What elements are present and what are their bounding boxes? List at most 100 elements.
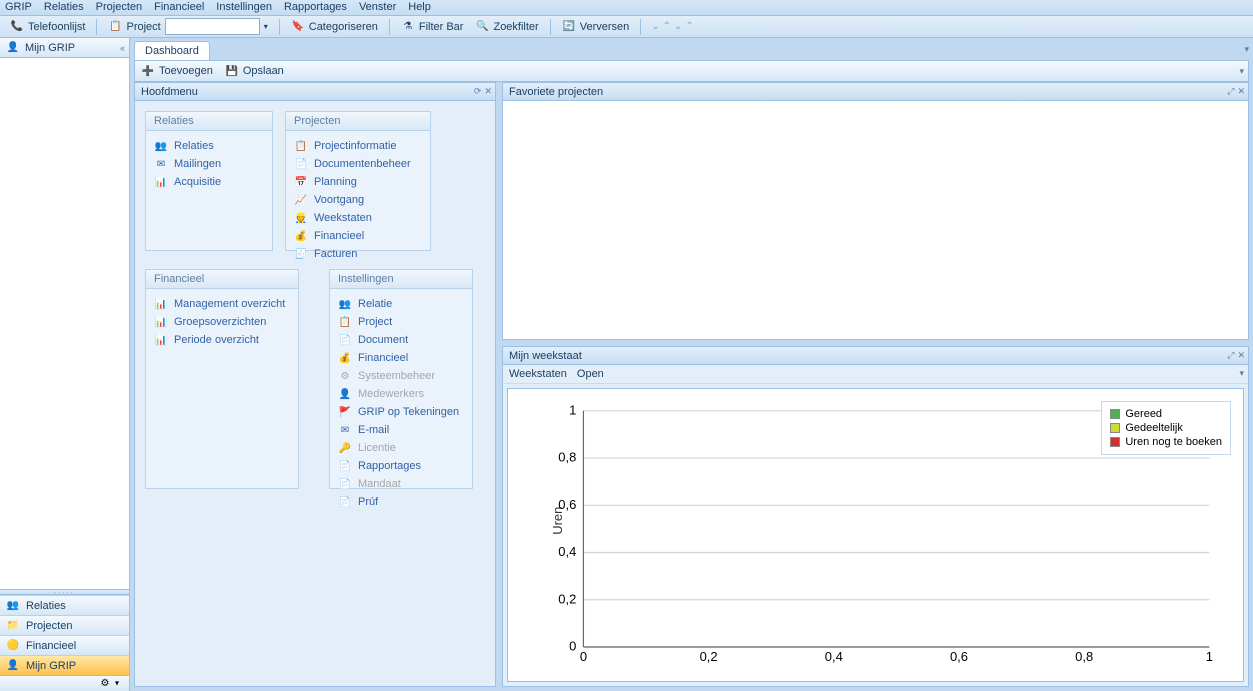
arrow-double-down-icon[interactable]: ⌄ [674, 21, 682, 32]
link-financieel[interactable]: Financieel [334, 349, 468, 367]
separator [389, 19, 390, 35]
opslaan-button[interactable]: Opslaan [225, 64, 284, 78]
toolbar: Telefoonlijst Project▾ Categoriseren Fil… [0, 16, 1253, 38]
pin-icon[interactable]: ⟳ [474, 86, 482, 97]
menu-help[interactable]: Help [408, 1, 431, 14]
filter-icon [401, 20, 415, 34]
link-rapportages[interactable]: Rapportages [334, 457, 468, 475]
link-voortgang[interactable]: Voortgang [290, 191, 426, 209]
link-planning[interactable]: Planning [290, 173, 426, 191]
link-projectinformatie[interactable]: Projectinformatie [290, 137, 426, 155]
tab-dashboard[interactable]: Dashboard [134, 41, 210, 60]
restore-icon[interactable]: ⤢ [1227, 350, 1234, 361]
group-title: Financieel [146, 270, 298, 289]
nav-label: Relaties [26, 600, 66, 612]
link-licentie: Licentie [334, 439, 468, 457]
sidebar-nav: Relaties ProjectenFinancieelMijn GRIP [0, 595, 129, 675]
link-label: Rapportages [358, 460, 421, 472]
svg-text:0,4: 0,4 [558, 544, 576, 559]
weektab-weekstaten[interactable]: Weekstaten [509, 368, 567, 380]
weektabs-dropdown-icon[interactable]: ▾ [1239, 368, 1244, 379]
link-label: Voortgang [314, 194, 364, 206]
svg-text:0,4: 0,4 [825, 650, 843, 665]
close-icon[interactable]: ✕ [1237, 350, 1245, 361]
project-combo[interactable]: Project▾ [103, 16, 272, 37]
svg-text:0: 0 [580, 650, 587, 665]
link-icon [338, 369, 352, 383]
link-documentenbeheer[interactable]: Documentenbeheer [290, 155, 426, 173]
menu-instellingen[interactable]: Instellingen [216, 1, 272, 14]
favorites-body [503, 101, 1248, 339]
dropdown-icon[interactable]: ▾ [115, 679, 119, 688]
arrow-up-icon[interactable]: ⌃ [663, 21, 671, 32]
menu-rapportages[interactable]: Rapportages [284, 1, 347, 14]
weektab-open[interactable]: Open [577, 368, 604, 380]
arrow-down-icon[interactable]: ⌄ [651, 21, 659, 32]
link-e-mail[interactable]: E-mail [334, 421, 468, 439]
link-icon [338, 333, 352, 347]
collapse-icon[interactable]: « [120, 43, 125, 53]
link-project[interactable]: Project [334, 313, 468, 331]
verversen-button[interactable]: Verversen [557, 18, 635, 36]
link-periode-overzicht[interactable]: Periode overzicht [150, 331, 294, 349]
link-label: Relatie [358, 298, 392, 310]
group-title: Projecten [286, 112, 430, 131]
link-label: Planning [314, 176, 357, 188]
nav-icon [6, 599, 20, 613]
menu-projecten[interactable]: Projecten [96, 1, 142, 14]
legend-item: Gedeeltelijk [1110, 421, 1222, 435]
link-medewerkers: Medewerkers [334, 385, 468, 403]
sidebar-item-mijn-grip[interactable]: Mijn GRIP [0, 655, 129, 675]
sidebar-item-financieel[interactable]: Financieel [0, 635, 129, 655]
menu-venster[interactable]: Venster [359, 1, 396, 14]
svg-text:0,6: 0,6 [558, 497, 576, 512]
group-instellingen: Instellingen RelatieProjectDocumentFinan… [329, 269, 473, 489]
link-groepsoverzichten[interactable]: Groepsoverzichten [150, 313, 294, 331]
dashboard-toolbar: Toevoegen Opslaan ▾ [134, 60, 1249, 82]
link-relaties[interactable]: Relaties [150, 137, 268, 155]
legend-item: Gereed [1110, 407, 1222, 421]
link-mailingen[interactable]: Mailingen [150, 155, 268, 173]
filterbar-button[interactable]: Filter Bar [396, 18, 469, 36]
tabs-dropdown-icon[interactable]: ▾ [1244, 44, 1249, 55]
link-management-overzicht[interactable]: Management overzicht [150, 295, 294, 313]
link-label: Acquisitie [174, 176, 221, 188]
sidebar-item-projecten[interactable]: Projecten [0, 615, 129, 635]
sidebar-title: Mijn GRIP [25, 42, 75, 54]
link-icon [154, 139, 168, 153]
menu-relaties[interactable]: Relaties [44, 1, 84, 14]
nav-icon [6, 639, 20, 653]
menu-financieel[interactable]: Financieel [154, 1, 204, 14]
link-weekstaten[interactable]: Weekstaten [290, 209, 426, 227]
link-label: Projectinformatie [314, 140, 397, 152]
zoekfilter-button[interactable]: Zoekfilter [470, 18, 543, 36]
arrow-double-up-icon[interactable]: ⌃ [685, 21, 693, 32]
group-title: Relaties [146, 112, 272, 131]
week-tabs: Weekstaten Open ▾ [503, 365, 1248, 384]
link-grip-op-tekeningen[interactable]: GRIP op Tekeningen [334, 403, 468, 421]
toevoegen-button[interactable]: Toevoegen [141, 64, 213, 78]
link-financieel[interactable]: Financieel [290, 227, 426, 245]
close-icon[interactable]: ✕ [1237, 86, 1245, 97]
link-facturen[interactable]: Facturen [290, 245, 426, 263]
link-relatie[interactable]: Relatie [334, 295, 468, 313]
menu-grip[interactable]: GRIP [5, 1, 32, 14]
gear-icon[interactable] [98, 676, 112, 690]
svg-text:0,2: 0,2 [558, 592, 576, 607]
categoriseren-button[interactable]: Categoriseren [286, 18, 383, 36]
legend: GereedGedeeltelijkUren nog te boeken [1101, 401, 1231, 455]
project-input[interactable] [165, 18, 260, 35]
link-document[interactable]: Document [334, 331, 468, 349]
link-label: Mandaat [358, 478, 401, 490]
link-prúf[interactable]: Prúf [334, 493, 468, 511]
restore-icon[interactable]: ⤢ [1227, 86, 1234, 97]
group-relaties: Relaties RelatiesMailingenAcquisitie [145, 111, 273, 251]
telefoonlijst-button[interactable]: Telefoonlijst [5, 18, 90, 36]
sidebar-header: Mijn GRIP « [0, 38, 129, 58]
phone-icon [10, 20, 24, 34]
sidebar-item-relaties[interactable]: Relaties [0, 595, 129, 615]
toolbar-dropdown-icon[interactable]: ▾ [1239, 66, 1244, 77]
close-icon[interactable]: ✕ [484, 86, 492, 97]
legend-swatch [1110, 437, 1120, 447]
link-acquisitie[interactable]: Acquisitie [150, 173, 268, 191]
